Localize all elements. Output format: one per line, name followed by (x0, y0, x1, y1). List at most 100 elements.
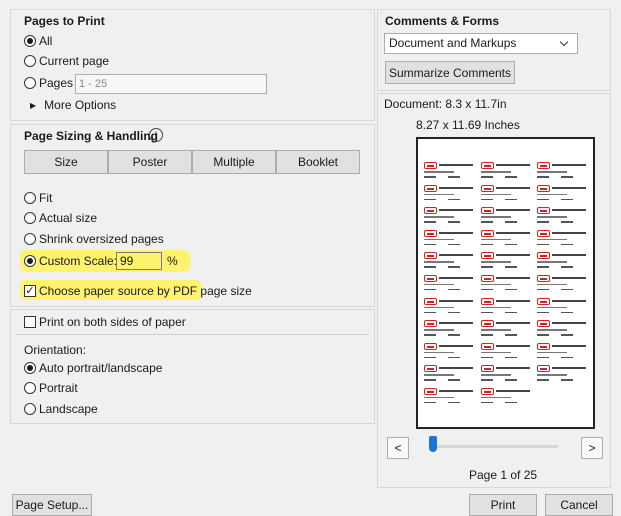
radio-all-dot[interactable] (24, 35, 36, 47)
preview-label (480, 206, 533, 226)
radio-landscape-dot[interactable] (24, 403, 36, 415)
preview-label (424, 251, 476, 271)
preview-label (537, 229, 589, 249)
preview-label (424, 161, 476, 181)
preview-label (480, 342, 533, 362)
preview-label (424, 319, 476, 339)
preview-label (424, 364, 476, 384)
percent-label: % (167, 254, 178, 268)
radio-shrink-dot[interactable] (24, 233, 36, 245)
radio-pages[interactable]: Pages (24, 75, 73, 91)
pages-to-print-title: Pages to Print (24, 14, 105, 28)
page-size-label: 8.27 x 11.69 Inches (416, 118, 520, 132)
preview-label-row (424, 251, 589, 274)
preview-label-row (424, 297, 589, 320)
summarize-comments-button[interactable]: Summarize Comments (385, 61, 515, 84)
radio-pages-dot[interactable] (24, 77, 36, 89)
preview-label (537, 297, 589, 317)
checkbox-both-sides[interactable]: Print on both sides of paper (24, 314, 186, 330)
preview-label (480, 161, 533, 181)
cancel-button[interactable]: Cancel (545, 494, 613, 516)
preview-label (537, 161, 589, 181)
preview-label (424, 184, 476, 204)
preview-label (424, 206, 476, 226)
radio-pages-label: Pages (39, 76, 74, 90)
page-setup-button[interactable]: Page Setup... (12, 494, 92, 516)
tab-multiple[interactable]: Multiple (192, 150, 276, 174)
preview-label-row (424, 342, 589, 365)
preview-label-row (424, 184, 589, 207)
divider (16, 334, 369, 335)
preview-label (537, 274, 589, 294)
tab-poster[interactable]: Poster (108, 150, 192, 174)
radio-actual-size[interactable]: Actual size (24, 210, 97, 226)
radio-portrait-dot[interactable] (24, 382, 36, 394)
radio-actual-size-label: Actual size (39, 211, 98, 225)
preview-label (424, 297, 476, 317)
more-options-toggle[interactable]: ▶ More Options (30, 98, 116, 112)
document-size-label: Document: 8.3 x 11.7in (384, 97, 507, 111)
comments-select[interactable]: Document and Markups (384, 33, 578, 54)
preview-label (480, 229, 533, 249)
tab-booklet[interactable]: Booklet (276, 150, 360, 174)
both-sides-label: Print on both sides of paper (39, 315, 186, 329)
chevron-down-icon (559, 37, 569, 47)
tab-size[interactable]: Size (24, 150, 108, 174)
preview-label (480, 184, 533, 204)
radio-fit[interactable]: Fit (24, 190, 52, 206)
print-button[interactable]: Print (469, 494, 537, 516)
radio-auto-orientation[interactable]: Auto portrait/landscape (24, 360, 162, 376)
preview-label (424, 229, 476, 249)
radio-shrink-label: Shrink oversized pages (39, 232, 164, 246)
comments-select-value: Document and Markups (389, 36, 517, 50)
checkbox-unchecked-icon[interactable] (24, 316, 36, 328)
next-page-button[interactable]: > (581, 437, 603, 459)
radio-actual-size-dot[interactable] (24, 212, 36, 224)
more-options-label: More Options (44, 98, 117, 112)
prev-page-button[interactable]: < (387, 437, 409, 459)
orientation-title: Orientation: (24, 343, 87, 357)
preview-label (480, 364, 533, 384)
radio-all-label: All (39, 34, 53, 48)
pages-range-input[interactable]: 1 - 25 (75, 74, 267, 94)
radio-current-page-dot[interactable] (24, 55, 36, 67)
checkbox-paper-source[interactable]: ✓ Choose paper source by PDF page size (24, 283, 252, 299)
info-icon[interactable]: i (149, 128, 163, 142)
radio-current-page-label: Current page (39, 54, 110, 68)
preview-label (480, 251, 533, 271)
radio-portrait[interactable]: Portrait (24, 380, 78, 396)
radio-fit-dot[interactable] (24, 192, 36, 204)
page-slider-track[interactable] (432, 445, 558, 448)
page-slider-thumb[interactable] (429, 436, 437, 452)
radio-landscape-label: Landscape (39, 402, 98, 416)
triangle-right-icon: ▶ (30, 100, 37, 110)
radio-fit-label: Fit (39, 191, 53, 205)
preview-label (424, 342, 476, 362)
radio-custom-scale[interactable]: Custom Scale: (24, 253, 117, 269)
preview-label-row (424, 274, 589, 297)
paper-source-label: Choose paper source by PDF page size (39, 284, 252, 298)
page-sizing-title: Page Sizing & Handling (24, 129, 159, 143)
radio-portrait-label: Portrait (39, 381, 78, 395)
preview-label (537, 184, 589, 204)
preview-label-row (424, 229, 589, 252)
radio-auto-orientation-dot[interactable] (24, 362, 36, 374)
preview-label (537, 364, 589, 384)
radio-shrink[interactable]: Shrink oversized pages (24, 231, 164, 247)
page-preview (416, 137, 595, 429)
preview-label-row (424, 206, 589, 229)
preview-label-row (424, 161, 589, 184)
preview-label (480, 297, 533, 317)
preview-label (480, 387, 533, 407)
custom-scale-input[interactable]: 99 (116, 252, 162, 270)
radio-custom-scale-dot[interactable] (24, 255, 36, 267)
preview-label (480, 274, 533, 294)
preview-label-row (424, 387, 589, 410)
preview-label-row (424, 364, 589, 387)
preview-label (480, 319, 533, 339)
checkbox-checked-icon[interactable]: ✓ (24, 285, 36, 297)
radio-landscape[interactable]: Landscape (24, 401, 98, 417)
radio-all[interactable]: All (24, 33, 52, 49)
comments-forms-title: Comments & Forms (385, 14, 500, 28)
radio-current-page[interactable]: Current page (24, 53, 109, 69)
